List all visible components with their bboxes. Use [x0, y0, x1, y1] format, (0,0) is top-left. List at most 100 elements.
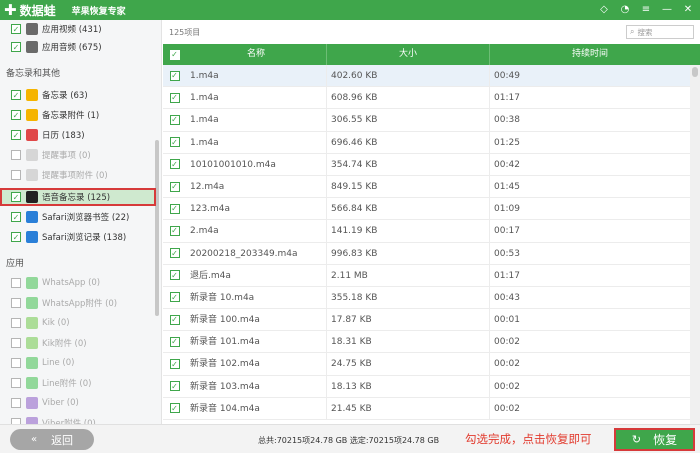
row-checkbox[interactable]: ✓	[169, 92, 180, 103]
sidebar-item-music[interactable]: ✓ 应用音频 (675)	[0, 38, 156, 56]
table-scroll-thumb[interactable]	[692, 67, 698, 77]
row-checkbox[interactable]: ✓	[169, 359, 180, 370]
file-name: 1.m4a	[186, 131, 327, 153]
menu-icon[interactable]: ≡	[640, 3, 652, 17]
file-size: 355.18 KB	[327, 286, 490, 309]
sidebar-checkbox[interactable]: ✓	[11, 192, 21, 202]
file-name: 新录音 10.m4a	[186, 286, 327, 309]
selection-totals: 总共:70215项24.78 GB 选定:70215项24.78 GB	[258, 436, 440, 445]
row-checkbox[interactable]: ✓	[169, 248, 180, 259]
row-checkbox[interactable]: ✓	[169, 70, 180, 81]
file-size: 306.55 KB	[327, 109, 490, 131]
sidebar-checkbox[interactable]: ✓	[11, 232, 21, 242]
row-checkbox[interactable]: ✓	[169, 181, 180, 192]
search-input[interactable]: ⌕ 搜索	[626, 25, 694, 39]
search-placeholder: 搜索	[637, 27, 653, 37]
app-logo: ✚ 数据蛙	[0, 2, 56, 19]
sidebar-item-bookmark[interactable]: ✓ Safari浏览器书签 (22)	[0, 208, 156, 226]
table-row[interactable]: ✓ 10101001010.m4a 354.74 KB 00:42	[163, 153, 690, 176]
list-toolbar: 125项目 ⌕ 搜索	[163, 20, 700, 44]
column-size-header[interactable]: 大小	[327, 44, 490, 65]
select-all-checkbox[interactable]: ✓	[169, 49, 180, 60]
footer-bar: « 返回 总共:70215项24.78 GB 选定:70215项24.78 GB…	[0, 424, 700, 453]
table-row[interactable]: ✓ 新录音 103.m4a 18.13 KB 00:02	[163, 375, 690, 398]
sidebar-item-label: 提醒事项附件 (0)	[42, 171, 108, 181]
search-icon: ⌕	[630, 27, 635, 36]
reminders-attachment-icon	[26, 169, 38, 181]
column-duration-header[interactable]: 持续时间	[490, 44, 690, 65]
sidebar-item-reminders: 提醒事项 (0)	[0, 146, 156, 164]
recover-button-label: 恢复	[653, 433, 678, 447]
close-icon[interactable]: ✕	[682, 3, 694, 17]
file-name: 1.m4a	[186, 87, 327, 109]
sidebar-item-label: 语音备忘录 (125)	[42, 193, 111, 203]
chat-icon[interactable]: ◔	[619, 3, 631, 17]
notes-attachment-icon	[26, 109, 38, 121]
sidebar-item-notes[interactable]: ✓ 备忘录 (63)	[0, 86, 156, 104]
table-row[interactable]: ✓ 123.m4a 566.84 KB 01:09	[163, 198, 690, 221]
row-checkbox[interactable]: ✓	[169, 314, 180, 325]
sidebar-item-label: Viber附件 (0)	[42, 419, 96, 424]
column-name-header[interactable]: 名称	[186, 44, 327, 65]
recover-hint: 勾选完成，点击恢复即可	[465, 432, 592, 446]
table-row[interactable]: ✓ 1.m4a 402.60 KB 00:49	[163, 65, 690, 88]
file-name: 新录音 100.m4a	[186, 309, 327, 331]
sidebar-item-safari[interactable]: ✓ Safari浏览记录 (138)	[0, 228, 156, 246]
viber-icon	[26, 397, 38, 409]
sidebar-checkbox[interactable]: ✓	[11, 212, 21, 222]
table-row[interactable]: ✓ 12.m4a 849.15 KB 01:45	[163, 175, 690, 199]
row-checkbox[interactable]: ✓	[169, 114, 180, 125]
table-row[interactable]: ✓ 1.m4a 306.55 KB 00:38	[163, 109, 690, 132]
sidebar-checkbox[interactable]: ✓	[11, 90, 21, 100]
table-scrollbar[interactable]	[690, 65, 700, 424]
sidebar-checkbox[interactable]: ✓	[11, 24, 21, 34]
row-checkbox[interactable]: ✓	[169, 292, 180, 303]
sidebar-item-voice-memo[interactable]: ✓ 语音备忘录 (125)	[0, 188, 156, 206]
file-duration: 01:17	[494, 270, 520, 281]
table-row[interactable]: ✓ 新录音 104.m4a 21.45 KB 00:02	[163, 397, 690, 420]
row-checkbox[interactable]: ✓	[169, 203, 180, 214]
table-row[interactable]: ✓ 1.m4a 696.46 KB 01:25	[163, 131, 690, 154]
table-row[interactable]: ✓ 新录音 10.m4a 355.18 KB 00:43	[163, 286, 690, 310]
kik-icon	[26, 317, 38, 329]
row-checkbox[interactable]: ✓	[169, 336, 180, 347]
row-checkbox[interactable]: ✓	[169, 159, 180, 170]
table-row[interactable]: ✓ 2.m4a 141.19 KB 00:17	[163, 220, 690, 243]
row-checkbox[interactable]: ✓	[169, 270, 180, 281]
sidebar-item-calendar[interactable]: ✓ 日历 (183)	[0, 126, 156, 144]
table-row[interactable]: ✓ 20200218_203349.m4a 996.83 KB 00:53	[163, 242, 690, 265]
diamond-icon[interactable]: ◇	[598, 3, 610, 17]
sidebar-checkbox[interactable]: ✓	[11, 42, 21, 52]
product-name: 苹果恢复专家	[71, 6, 126, 17]
table-row[interactable]: ✓ 退后.m4a 2.11 MB 01:17	[163, 264, 690, 287]
row-checkbox[interactable]: ✓	[169, 381, 180, 392]
section-apps-title: 应用	[6, 259, 25, 269]
sidebar-item-whatsapp: WhatsApp (0)	[0, 274, 156, 292]
kik-attachment-icon	[26, 337, 38, 349]
sidebar-item-viber: Viber (0)	[0, 394, 156, 412]
file-duration: 01:17	[494, 93, 520, 104]
sidebar-item-video[interactable]: ✓ 应用视频 (431)	[0, 20, 156, 38]
recover-icon: ↻	[631, 433, 642, 446]
file-size: 354.74 KB	[327, 153, 490, 175]
row-checkbox[interactable]: ✓	[169, 403, 180, 414]
table-row[interactable]: ✓ 新录音 100.m4a 17.87 KB 00:01	[163, 309, 690, 332]
recover-button[interactable]: ↻ 恢复	[614, 428, 695, 451]
file-duration: 01:45	[494, 181, 520, 192]
file-name: 新录音 102.m4a	[186, 353, 327, 375]
sidebar-checkbox[interactable]: ✓	[11, 110, 21, 120]
file-name: 1.m4a	[186, 109, 327, 131]
row-checkbox[interactable]: ✓	[169, 137, 180, 148]
back-button[interactable]: « 返回	[10, 429, 94, 450]
file-duration: 00:53	[494, 248, 520, 259]
minimize-icon[interactable]: —	[661, 3, 673, 17]
sidebar-checkbox[interactable]: ✓	[11, 130, 21, 140]
table-row[interactable]: ✓ 新录音 102.m4a 24.75 KB 00:02	[163, 353, 690, 376]
section-notes-title: 备忘录和其他	[6, 69, 61, 79]
row-checkbox[interactable]: ✓	[169, 225, 180, 236]
table-row[interactable]: ✓ 1.m4a 608.96 KB 01:17	[163, 87, 690, 110]
sidebar-item-notes-attachment[interactable]: ✓ 备忘录附件 (1)	[0, 106, 156, 124]
sidebar-item-label: Kik附件 (0)	[42, 339, 87, 349]
file-size: 21.45 KB	[327, 397, 490, 419]
table-row[interactable]: ✓ 新录音 101.m4a 18.31 KB 00:02	[163, 331, 690, 354]
